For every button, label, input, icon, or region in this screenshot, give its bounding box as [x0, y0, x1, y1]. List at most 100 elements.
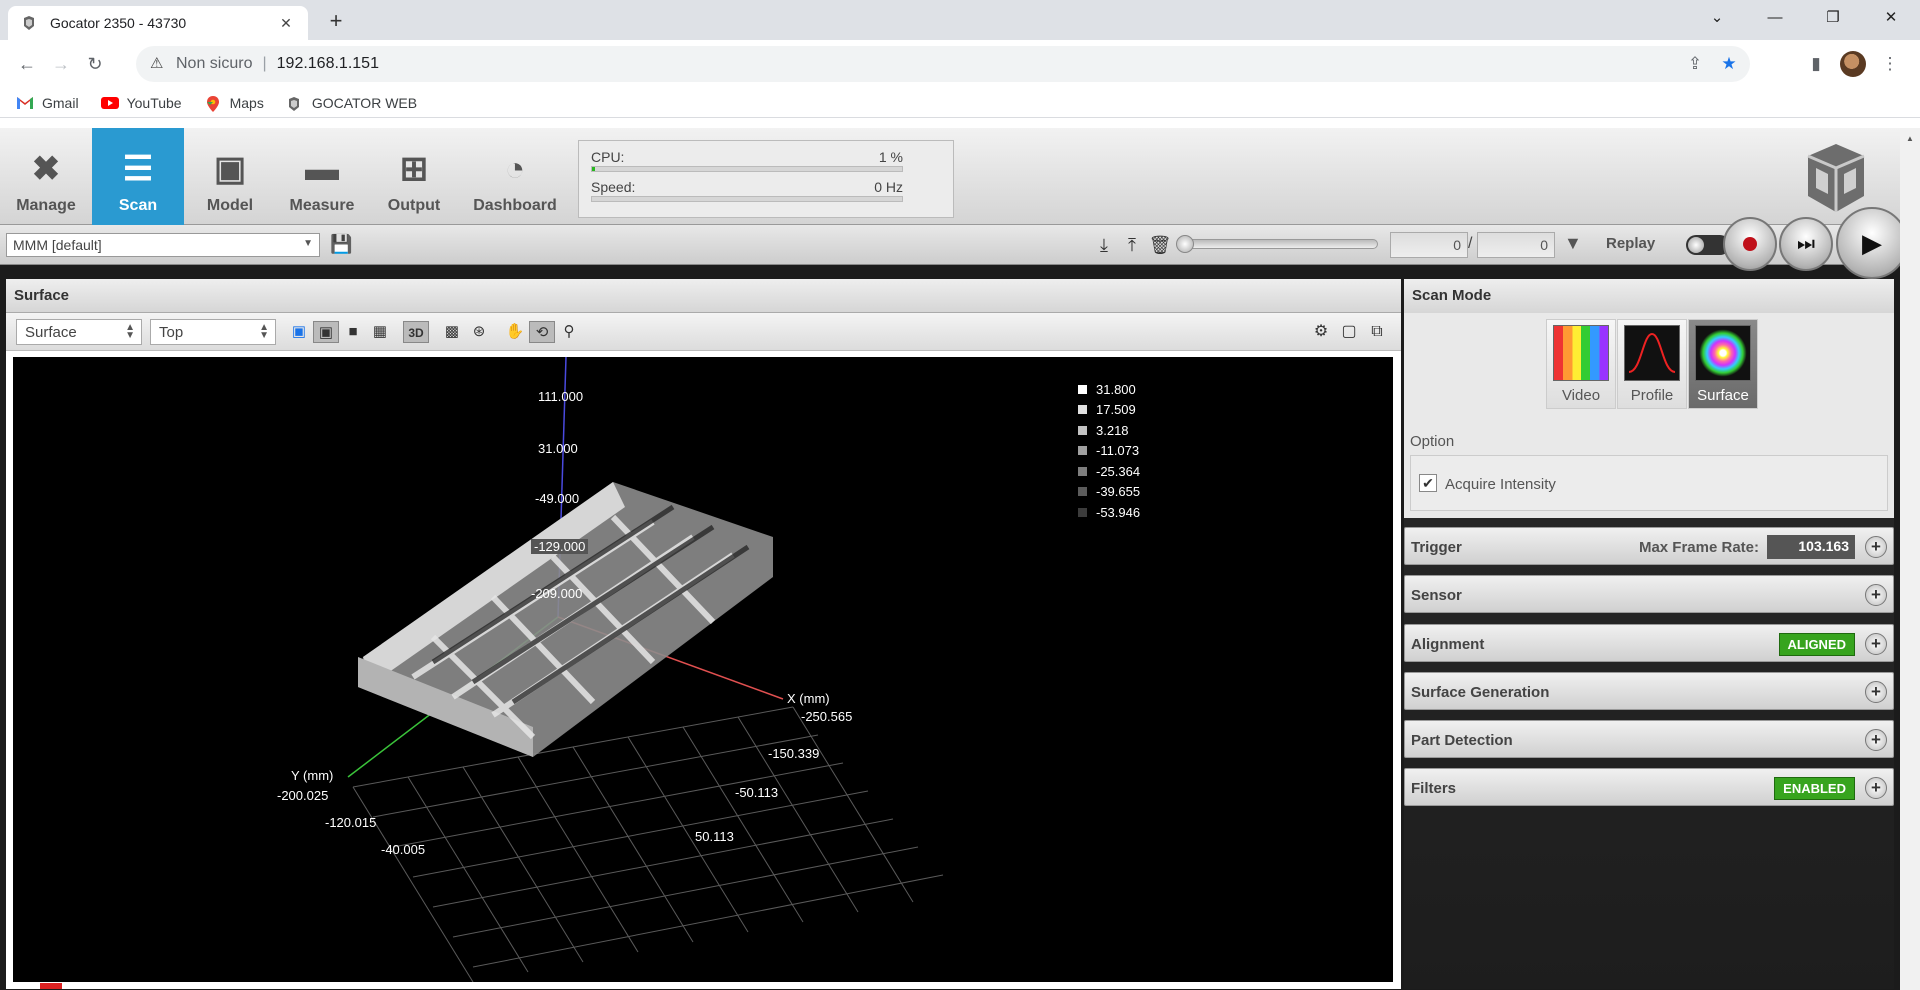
gocator-app: ✖ Manage ☰ Scan ▣ Model ▬ Measure ⊞ Outp… — [0, 128, 1920, 990]
option-label: Option — [1410, 433, 1455, 450]
bookmark-gmail[interactable]: Gmail — [16, 95, 79, 111]
nav-model[interactable]: ▣ Model — [184, 128, 276, 225]
job-select[interactable]: MMM [default] ▼ — [6, 233, 320, 257]
bookmark-star-icon[interactable]: ★ — [1712, 50, 1746, 78]
legend-value: -53.946 — [1096, 504, 1141, 520]
grayscale-view-icon[interactable]: ■ — [340, 321, 366, 343]
scroll-up-icon[interactable]: ▲ — [1906, 134, 1914, 143]
url-text: 192.168.1.151 — [276, 55, 379, 72]
play-button[interactable]: ▶ — [1836, 207, 1908, 279]
expand-plus-icon[interactable]: + — [1865, 584, 1887, 606]
nav-dashboard[interactable]: ◔ Dashboard — [460, 128, 570, 225]
warning-icon[interactable]: ⚠ — [150, 54, 163, 72]
orientation-select[interactable]: Top ▲ ▼ — [150, 319, 276, 345]
settings-gears-icon[interactable]: ⚙ — [1307, 321, 1335, 343]
download-icon[interactable]: ⤓ — [1090, 233, 1118, 257]
page-scrollbar[interactable]: ▲ — [1900, 128, 1920, 990]
legend-value: 17.509 — [1096, 402, 1136, 418]
mode-label: Video — [1561, 387, 1601, 404]
overlay-view-icon[interactable]: ▦ — [367, 321, 393, 343]
back-button[interactable]: ← — [10, 47, 44, 81]
grid-icon[interactable]: ▩ — [439, 321, 465, 343]
zoom-icon[interactable]: ⚲ — [556, 321, 582, 343]
step-forward-button[interactable]: ⏭ — [1779, 217, 1833, 271]
surface-panel: Surface Surface ▲ ▼ Top ▲ ▼ ▣ ▣ ■ ▦ 3D ▩ ⊛ — [6, 279, 1401, 989]
frame-current-field[interactable]: 0 — [1390, 232, 1468, 258]
close-window-button[interactable]: ✕ — [1862, 0, 1920, 36]
rotate-icon[interactable]: ⟲ — [529, 321, 555, 343]
gmail-icon — [16, 96, 34, 110]
part-detection-section[interactable]: Part Detection + — [1404, 720, 1894, 758]
frame-total-field[interactable]: 0 — [1477, 232, 1555, 258]
heightmap-color-icon[interactable]: ▣ — [286, 321, 312, 343]
surface-3d-view[interactable]: 111.000 31.000 -49.000 -129.000 -209.000… — [13, 357, 1393, 982]
video-mode-icon — [1553, 325, 1609, 381]
mode-video-button[interactable]: Video — [1546, 319, 1616, 409]
reload-button[interactable]: ↻ — [78, 47, 112, 81]
expand-plus-icon[interactable]: + — [1865, 729, 1887, 751]
nav-measure[interactable]: ▬ Measure — [276, 128, 368, 225]
filters-section[interactable]: Filters ENABLED + — [1404, 768, 1894, 806]
3d-scene — [347, 357, 944, 982]
upload-icon[interactable]: ⤒ — [1118, 233, 1146, 257]
new-tab-button[interactable]: + — [322, 8, 350, 36]
record-button[interactable] — [1723, 217, 1777, 271]
tools-icon: ✖ — [31, 150, 61, 188]
bookmark-label: Gmail — [42, 94, 79, 111]
surface-generation-section[interactable]: Surface Generation + — [1404, 672, 1894, 710]
z-tick-label: 111.000 — [538, 389, 584, 404]
x-tick-label: -50.113 — [735, 785, 779, 800]
section-title: Sensor — [1411, 587, 1462, 604]
save-job-icon[interactable]: 💾 — [330, 233, 352, 255]
expand-icon[interactable]: ⧉ — [1363, 321, 1391, 343]
toolbar-divider — [430, 321, 438, 343]
replay-slider-handle[interactable] — [1176, 235, 1194, 253]
trash-icon[interactable]: 🗑 — [1146, 233, 1174, 257]
pan-hand-icon[interactable]: ✋ — [502, 321, 528, 343]
minimize-button[interactable]: — — [1746, 0, 1804, 36]
browser-tab[interactable]: Gocator 2350 - 43730 ✕ — [8, 6, 308, 40]
trigger-section[interactable]: Trigger Max Frame Rate: 103.163 + — [1404, 527, 1894, 565]
profile-avatar[interactable] — [1840, 51, 1866, 77]
bookmark-gocator-web[interactable]: GOCATOR WEB — [286, 95, 417, 111]
nav-label: Output — [387, 197, 441, 214]
sensor-section[interactable]: Sensor + — [1404, 575, 1894, 613]
wheel-icon[interactable]: ⊛ — [466, 321, 492, 343]
bookmark-maps[interactable]: Maps — [204, 95, 264, 112]
share-icon[interactable]: ⇪ — [1678, 50, 1712, 78]
3d-view-icon[interactable]: 3D — [403, 321, 429, 343]
replay-slider[interactable] — [1176, 235, 1378, 253]
nav-output[interactable]: ⊞ Output — [368, 128, 460, 225]
legend-item: -39.655 — [1078, 482, 1140, 503]
filter-icon[interactable]: ▼ — [1564, 233, 1582, 254]
expand-plus-icon[interactable]: + — [1865, 536, 1887, 558]
acquire-intensity-checkbox[interactable]: ✔ — [1419, 474, 1437, 492]
forward-button[interactable]: → — [44, 47, 78, 81]
address-bar[interactable]: ⚠ Non sicuro | 192.168.1.151 ⇪ ★ — [136, 46, 1750, 82]
nav-scan[interactable]: ☰ Scan — [92, 128, 184, 225]
fit-view-icon[interactable]: ▢ — [1335, 321, 1363, 343]
view-type-select[interactable]: Surface ▲ ▼ — [16, 319, 142, 345]
expand-plus-icon[interactable]: + — [1865, 681, 1887, 703]
bookmark-youtube[interactable]: YouTube — [100, 95, 182, 111]
side-panel-icon[interactable]: ▮ — [1798, 47, 1834, 81]
restore-button[interactable]: ❐ — [1804, 0, 1862, 36]
mode-surface-button[interactable]: Surface — [1688, 319, 1758, 409]
main-nav: ✖ Manage ☰ Scan ▣ Model ▬ Measure ⊞ Outp… — [0, 128, 1920, 225]
nav-manage[interactable]: ✖ Manage — [0, 128, 92, 225]
menu-kebab-icon[interactable]: ⋮ — [1872, 47, 1908, 81]
expand-plus-icon[interactable]: + — [1865, 633, 1887, 655]
legend-swatch — [1078, 384, 1087, 394]
expand-plus-icon[interactable]: + — [1865, 777, 1887, 799]
bookmark-label: GOCATOR WEB — [311, 94, 418, 111]
intensity-view-icon[interactable]: ▣ — [313, 321, 339, 343]
close-tab-icon[interactable]: ✕ — [276, 15, 296, 32]
mode-profile-button[interactable]: Profile — [1617, 319, 1687, 409]
chevron-down-icon[interactable]: ⌄ — [1688, 0, 1746, 36]
window-controls: ⌄ — ❐ ✕ — [1688, 0, 1920, 36]
nav-label: Scan — [118, 197, 158, 214]
measure-icon: ▬ — [305, 150, 339, 188]
speed-label: Speed: — [591, 179, 636, 195]
legend-swatch — [1078, 466, 1087, 476]
alignment-section[interactable]: Alignment ALIGNED + — [1404, 624, 1894, 662]
